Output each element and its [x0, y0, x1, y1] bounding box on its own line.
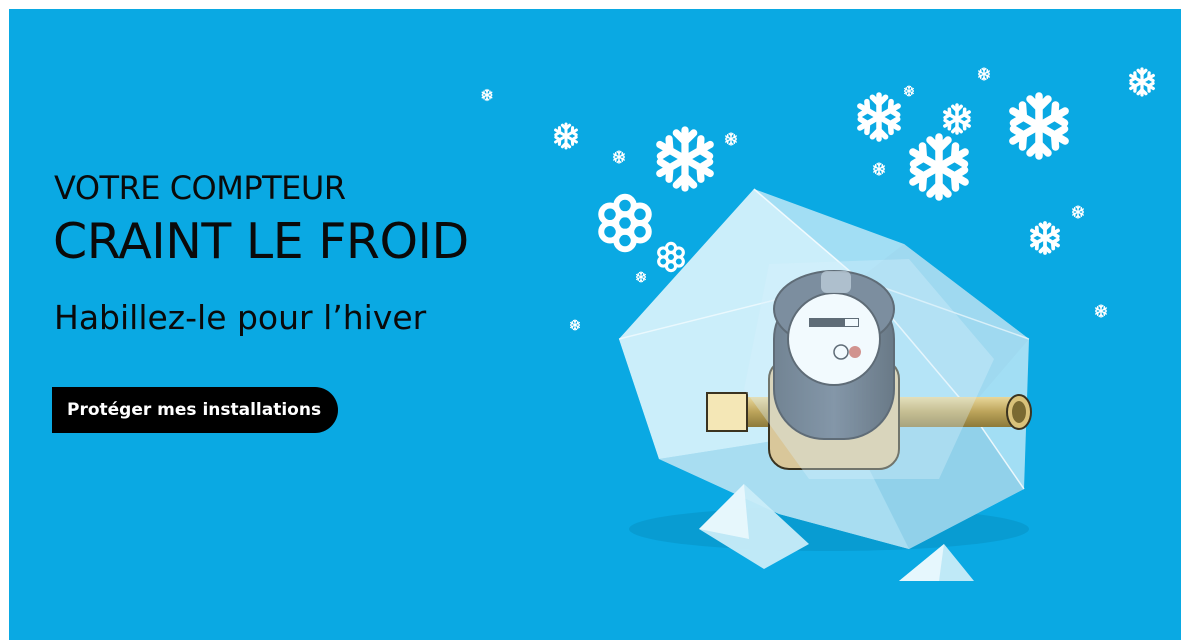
- frozen-meter-illustration: [481, 67, 1155, 581]
- winter-promo-banner[interactable]: VOTRE COMPTEUR CRAINT LE FROID Habillez-…: [9, 9, 1181, 640]
